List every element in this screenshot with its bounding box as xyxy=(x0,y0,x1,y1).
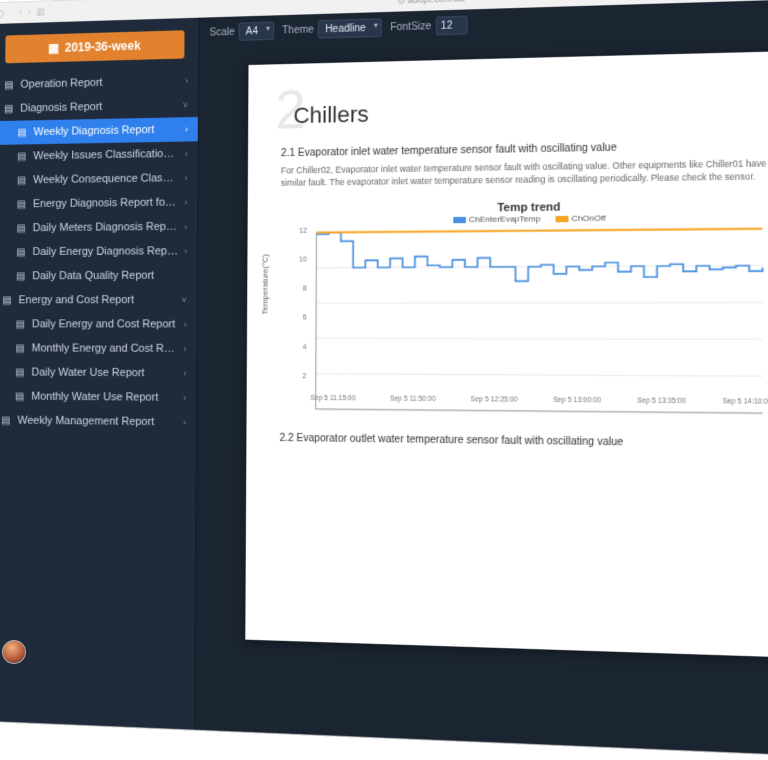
chevron-right-icon: › xyxy=(185,149,188,159)
chevron-right-icon: › xyxy=(185,76,188,86)
sidebar: ▦ 2019-36-week Operation Report › Diagnosi… xyxy=(0,18,200,730)
chevron-right-icon: › xyxy=(184,319,187,329)
document-icon xyxy=(16,127,28,138)
lock-icon: ⊙ xyxy=(397,0,405,5)
theme-select[interactable]: Headline xyxy=(318,18,382,38)
tree-item[interactable]: Daily Water Use Report › xyxy=(0,360,196,385)
chevron-down-icon: ˅ xyxy=(181,295,186,305)
tree-item-label: Weekly Diagnosis Report xyxy=(34,123,179,138)
chevron-right-icon: › xyxy=(183,368,186,378)
folder-icon xyxy=(3,79,15,90)
sidebar-icon[interactable]: ▥ xyxy=(36,6,44,17)
tree-item-label: Monthly Energy and Cost Rep… xyxy=(32,342,178,355)
body-paragraph: For Chiller02, Evaporator inlet water te… xyxy=(281,158,768,190)
theme-control[interactable]: Theme Headline xyxy=(282,18,382,39)
temp-trend-chart: Temp trend ChEnterEvapTemp ChOnOff Tempe… xyxy=(280,198,768,414)
tree-item[interactable]: Daily Data Quality Report xyxy=(0,263,197,288)
chevron-right-icon: › xyxy=(183,393,186,403)
document-viewport[interactable]: 2 Chillers 2.1 Evaporator inlet water te… xyxy=(195,29,768,758)
chart-plot-area: Temperature(°C) Status 12108642 10.80.60… xyxy=(280,223,768,396)
tree-item-label: Daily Meters Diagnosis Report xyxy=(33,221,179,234)
legend-entry-temp: ChEnterEvapTemp xyxy=(453,214,540,224)
tree-item-label: Daily Water Use Report xyxy=(31,366,177,379)
tree-item[interactable]: Weekly Issues Classification … › xyxy=(0,141,198,169)
folder-icon xyxy=(3,103,15,114)
chevron-right-icon: › xyxy=(183,417,186,427)
chevron-right-icon: › xyxy=(184,246,187,256)
tree-item[interactable]: Energy Diagnosis Report for … › xyxy=(0,190,197,217)
document-icon xyxy=(15,247,27,258)
theme-label: Theme xyxy=(282,24,314,36)
document-icon xyxy=(16,199,28,210)
folder-icon xyxy=(1,295,13,306)
dock-app-icon[interactable] xyxy=(2,640,26,664)
calendar-icon: ▦ xyxy=(48,41,59,55)
section-title: Chillers xyxy=(281,81,768,129)
report-tree: Operation Report › Diagnosis Report ˅ Weekly… xyxy=(0,68,198,729)
tree-item[interactable]: Daily Energy and Cost Report › xyxy=(0,312,197,336)
document-icon xyxy=(16,151,28,162)
document-icon xyxy=(14,391,26,402)
tree-item-label: Monthly Water Use Report xyxy=(31,391,177,404)
document-icon xyxy=(14,343,26,354)
tree-item-label: Energy and Cost Report xyxy=(19,294,176,306)
chevron-right-icon: › xyxy=(183,344,186,354)
tree-item-label: Diagnosis Report xyxy=(20,99,177,114)
tree-item[interactable]: Weekly Diagnosis Report › xyxy=(0,117,198,145)
tree-item-label: Weekly Issues Classification … xyxy=(33,148,178,163)
fontsize-input[interactable] xyxy=(436,16,468,36)
tree-item-label: Daily Data Quality Report xyxy=(32,269,181,282)
chevron-right-icon: › xyxy=(184,222,187,232)
scale-label: Scale xyxy=(209,26,234,38)
chevron-right-icon: › xyxy=(185,173,188,183)
subheading-2-1: 2.1 Evaporator inlet water temperature s… xyxy=(281,139,768,159)
chevron-right-icon: › xyxy=(185,124,188,134)
back-icon[interactable]: ‹ xyxy=(19,7,22,18)
subheading-2-2: 2.2 Evaporator outlet water temperature … xyxy=(279,432,768,450)
report-page: 2 Chillers 2.1 Evaporator inlet water te… xyxy=(246,50,768,658)
tree-item[interactable]: Weekly Consequence Classifi… › xyxy=(0,166,198,193)
zoom-icon[interactable] xyxy=(0,9,4,17)
document-icon xyxy=(14,367,26,378)
scale-control[interactable]: Scale A4 xyxy=(209,22,274,42)
tree-item[interactable]: Monthly Water Use Report › xyxy=(0,384,196,410)
legend-entry-onoff: ChOnOff xyxy=(555,213,605,223)
tree-item[interactable]: Daily Meters Diagnosis Report › xyxy=(0,214,197,240)
fontsize-label: FontSize xyxy=(390,20,431,33)
tree-item[interactable]: Weekly Management Report › xyxy=(0,408,196,435)
tree-item-label: Weekly Management Report xyxy=(17,415,177,429)
chevron-down-icon: ˅ xyxy=(183,100,188,110)
tree-folder[interactable]: Energy and Cost Report ˅ xyxy=(0,288,197,313)
traffic-lights xyxy=(0,9,4,18)
document-icon xyxy=(15,223,27,234)
y-axis-label: Temperature(°C) xyxy=(261,254,270,315)
week-picker-button[interactable]: ▦ 2019-36-week xyxy=(5,30,184,63)
document-icon xyxy=(15,271,27,282)
document-icon xyxy=(16,175,28,186)
tree-item-label: Daily Energy Diagnosis Report xyxy=(32,245,178,258)
chevron-right-icon: › xyxy=(184,197,187,207)
tree-item-label: Daily Energy and Cost Report xyxy=(32,318,178,330)
tree-item-label: Energy Diagnosis Report for … xyxy=(33,196,179,210)
fontsize-control[interactable]: FontSize xyxy=(390,16,467,37)
tree-item-label: Operation Report xyxy=(20,75,179,91)
tree-item[interactable]: Monthly Energy and Cost Rep… › xyxy=(0,336,197,361)
tree-item[interactable]: Daily Energy Diagnosis Report › xyxy=(0,239,197,265)
tree-item-label: Weekly Consequence Classifi… xyxy=(33,172,179,186)
main-panel: Scale A4 Theme Headline xyxy=(195,0,768,759)
forward-icon[interactable]: › xyxy=(28,7,31,18)
scale-select[interactable]: A4 xyxy=(239,22,274,41)
document-icon xyxy=(14,319,26,330)
document-icon xyxy=(0,415,12,426)
